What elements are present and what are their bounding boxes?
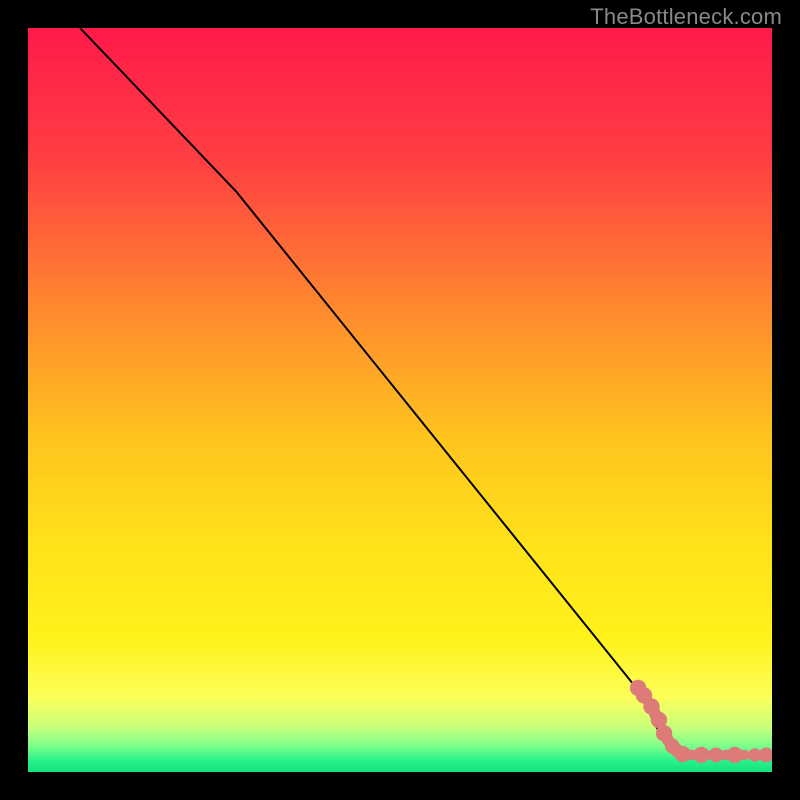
chart-svg	[28, 28, 772, 772]
plot-area	[28, 28, 772, 772]
gradient-background	[28, 28, 772, 772]
data-marker	[739, 750, 749, 760]
chart-frame: TheBottleneck.com	[0, 0, 800, 800]
watermark-text: TheBottleneck.com	[590, 4, 782, 30]
